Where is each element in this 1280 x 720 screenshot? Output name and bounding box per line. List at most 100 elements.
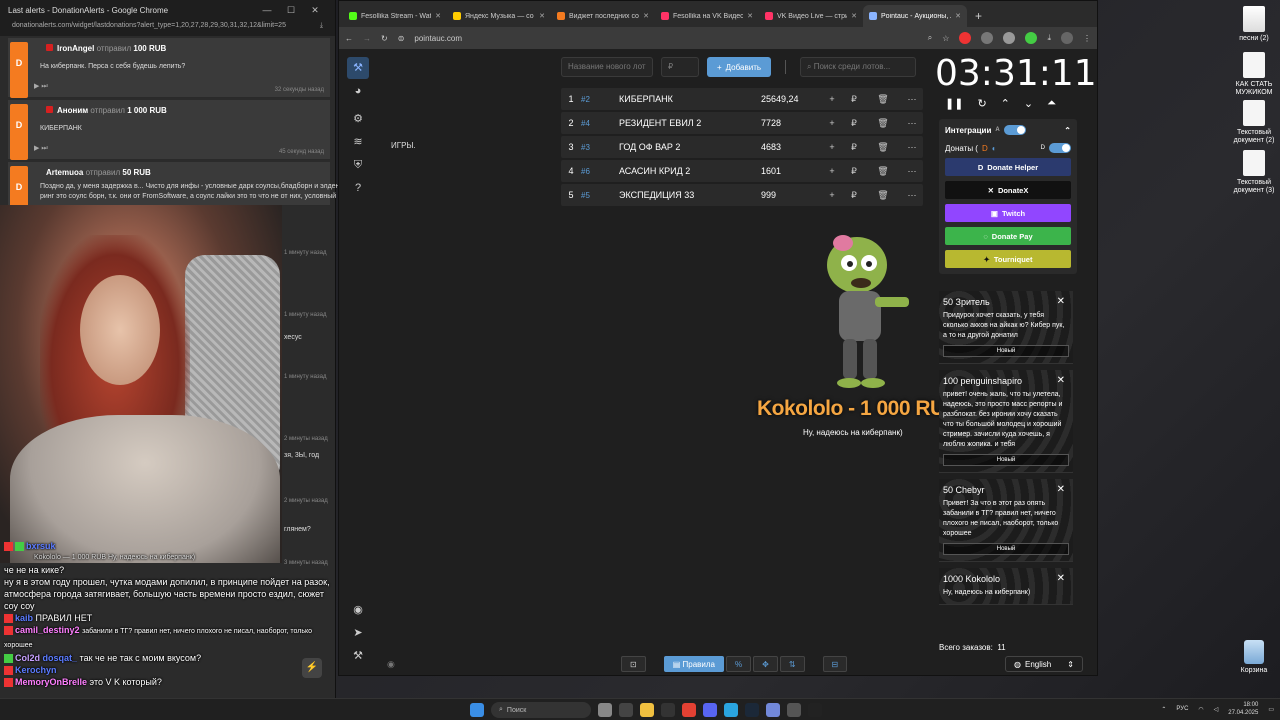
close-icon[interactable]: ✕ (1057, 484, 1065, 495)
forward-icon[interactable]: → (363, 34, 371, 43)
widgets-icon[interactable] (598, 703, 612, 717)
sort-button[interactable]: ⇅ (779, 656, 805, 672)
tab-yandex-music[interactable]: Яндекс Музыка — со ✕ (447, 5, 551, 27)
chevron-down-icon[interactable]: ⌄ (1024, 97, 1033, 110)
lightning-icon[interactable]: ⚡ (302, 658, 322, 678)
desktop-icon-recycle-bin[interactable]: Корзина (1232, 640, 1276, 675)
close-icon[interactable]: ✕ (1057, 375, 1065, 386)
settings-icon[interactable]: ⚙ (347, 108, 369, 130)
desktop-icon-doc1[interactable]: КАК СТАТЬ МУЖИКОМ (1232, 52, 1276, 97)
close-icon[interactable]: ✕ (1057, 573, 1065, 584)
plus-icon[interactable]: + (821, 118, 843, 128)
language-select[interactable]: ◍ English ⇕ (1005, 656, 1083, 672)
tab-pointauc[interactable]: Pointauc - Аукционы, лот✕ (863, 5, 967, 27)
plus-icon[interactable]: + (821, 94, 843, 104)
app-icon[interactable] (787, 703, 801, 717)
address-bar[interactable]: ← → ↻ ⊜ pointauc.com ⌕ ☆ ⤓ ⋮ (339, 27, 1097, 49)
maximize-icon[interactable]: ☐ (279, 5, 303, 16)
ruble-icon[interactable]: ₽ (843, 142, 865, 153)
profile-avatar-icon[interactable] (1061, 32, 1073, 44)
tourniquet-button[interactable]: ✦ Tourniquet (945, 250, 1071, 268)
more-icon[interactable]: ⋯ (901, 190, 923, 201)
tab-vk-live[interactable]: VK Видео Live — стримы✕ (759, 5, 863, 27)
steam-icon[interactable] (745, 703, 759, 717)
clock[interactable]: 18:00 27.04.2025 (1228, 701, 1258, 717)
address-bar[interactable]: donationalerts.com/widget/lastdonations?… (0, 20, 335, 36)
close-tab-icon[interactable]: ✕ (851, 12, 857, 20)
lot-name-input[interactable]: Название нового лот (561, 57, 653, 77)
bookmark-icon[interactable]: ☆ (942, 34, 949, 43)
discord-icon[interactable] (703, 703, 717, 717)
app-icon[interactable] (808, 703, 822, 717)
wheel-icon[interactable]: ◕ (347, 80, 369, 102)
telegram-icon[interactable]: ➤ (347, 622, 369, 644)
lot-select[interactable]: Новый (943, 345, 1069, 357)
desktop-icon-doc2[interactable]: Текстовый документ (2) (1232, 100, 1276, 145)
chevron-up-icon[interactable]: ⌃ (1001, 97, 1010, 110)
shield-icon[interactable]: ⛨ (347, 154, 369, 176)
play-controls[interactable]: ▶ ⏭ (34, 82, 48, 91)
integrations-toggle[interactable] (1003, 125, 1026, 135)
volume-icon[interactable]: ◁ (1214, 706, 1219, 713)
more-icon[interactable]: ⋯ (901, 142, 923, 153)
lot-select[interactable]: Новый (943, 454, 1069, 466)
tool-icon[interactable]: ⚒ (347, 645, 369, 667)
close-icon[interactable]: ✕ (1057, 296, 1065, 307)
play-controls[interactable]: ▶ ⏭ (34, 144, 48, 153)
start-icon[interactable] (470, 703, 484, 717)
ruble-icon[interactable]: ₽ (843, 166, 865, 177)
more-icon[interactable]: ⋯ (901, 94, 923, 105)
more-icon[interactable]: ⋯ (901, 118, 923, 129)
desktop-icon-doc3[interactable]: Текстовый документ (3) (1232, 150, 1276, 195)
lot-amount-input[interactable]: ₽ (661, 57, 699, 77)
wifi-icon[interactable]: ◠ (1198, 706, 1203, 713)
trash-icon[interactable]: 🗑 (865, 142, 901, 153)
trash-icon[interactable]: 🗑 (865, 190, 901, 201)
download-icon[interactable]: ⤓ (320, 22, 323, 34)
desktop-icon-songs[interactable]: песни (2) (1232, 6, 1276, 43)
close-tab-icon[interactable]: ✕ (643, 12, 649, 20)
rules-button[interactable]: ▤ Правила (663, 656, 724, 672)
extension-icon[interactable] (1025, 32, 1038, 44)
reset-icon[interactable]: ↻ (977, 97, 986, 110)
file-explorer-icon[interactable] (640, 703, 654, 717)
task-view-icon[interactable] (619, 703, 633, 717)
archive-button[interactable]: ⊟ (822, 656, 848, 672)
reload-icon[interactable]: ↻ (381, 34, 388, 43)
tab-kick[interactable]: Fesollika Stream - Watch L✕ (343, 5, 447, 27)
close-tab-icon[interactable]: ✕ (955, 12, 961, 20)
double-chevron-up-icon[interactable]: ⏶ (1047, 97, 1056, 110)
close-tab-icon[interactable]: ✕ (435, 12, 441, 20)
add-lot-button[interactable]: + Добавить (707, 57, 772, 77)
donate-helper-button[interactable]: D Donate Helper (945, 158, 1071, 176)
trash-icon[interactable]: 🗑 (865, 166, 901, 177)
app-icon[interactable] (766, 703, 780, 717)
extension-icon[interactable] (981, 32, 994, 44)
lot-search-input[interactable]: ⌕ Поиск среди лотов... (800, 57, 917, 77)
telegram-icon[interactable] (724, 703, 738, 717)
extension-icon[interactable] (1003, 32, 1016, 44)
percent-button[interactable]: % (725, 656, 752, 672)
minimize-icon[interactable]: — (255, 5, 279, 15)
plus-icon[interactable]: + (821, 142, 843, 152)
new-tab-icon[interactable]: + (967, 9, 990, 27)
trash-icon[interactable]: 🗑 (865, 118, 901, 129)
plus-icon[interactable]: + (821, 166, 843, 176)
extension-icon[interactable] (959, 32, 972, 44)
donate-pay-button[interactable]: ◌ Donate Pay (945, 227, 1071, 245)
notifications-icon[interactable]: ▭ (1268, 706, 1274, 713)
download-icon[interactable]: ⤓ (1047, 33, 1051, 43)
donations-toggle[interactable] (1049, 143, 1071, 153)
plus-icon[interactable]: + (821, 190, 843, 200)
help-icon[interactable]: ? (347, 177, 369, 199)
twitch-button[interactable]: ▣ Twitch (945, 204, 1071, 222)
site-info-icon[interactable]: ⊜ (398, 34, 405, 43)
github-icon[interactable]: ◉ (347, 599, 369, 621)
close-icon[interactable]: ✕ (303, 5, 327, 16)
clear-button[interactable]: ⊡ (621, 656, 646, 672)
chevron-up-icon[interactable]: ⌃ (1064, 126, 1071, 135)
chrome-icon[interactable] (682, 703, 696, 717)
tab-widget[interactable]: Виджет последних сооб ✕ (551, 5, 655, 27)
ruble-icon[interactable]: ₽ (843, 94, 865, 105)
trash-icon[interactable]: 🗑 (865, 94, 901, 105)
